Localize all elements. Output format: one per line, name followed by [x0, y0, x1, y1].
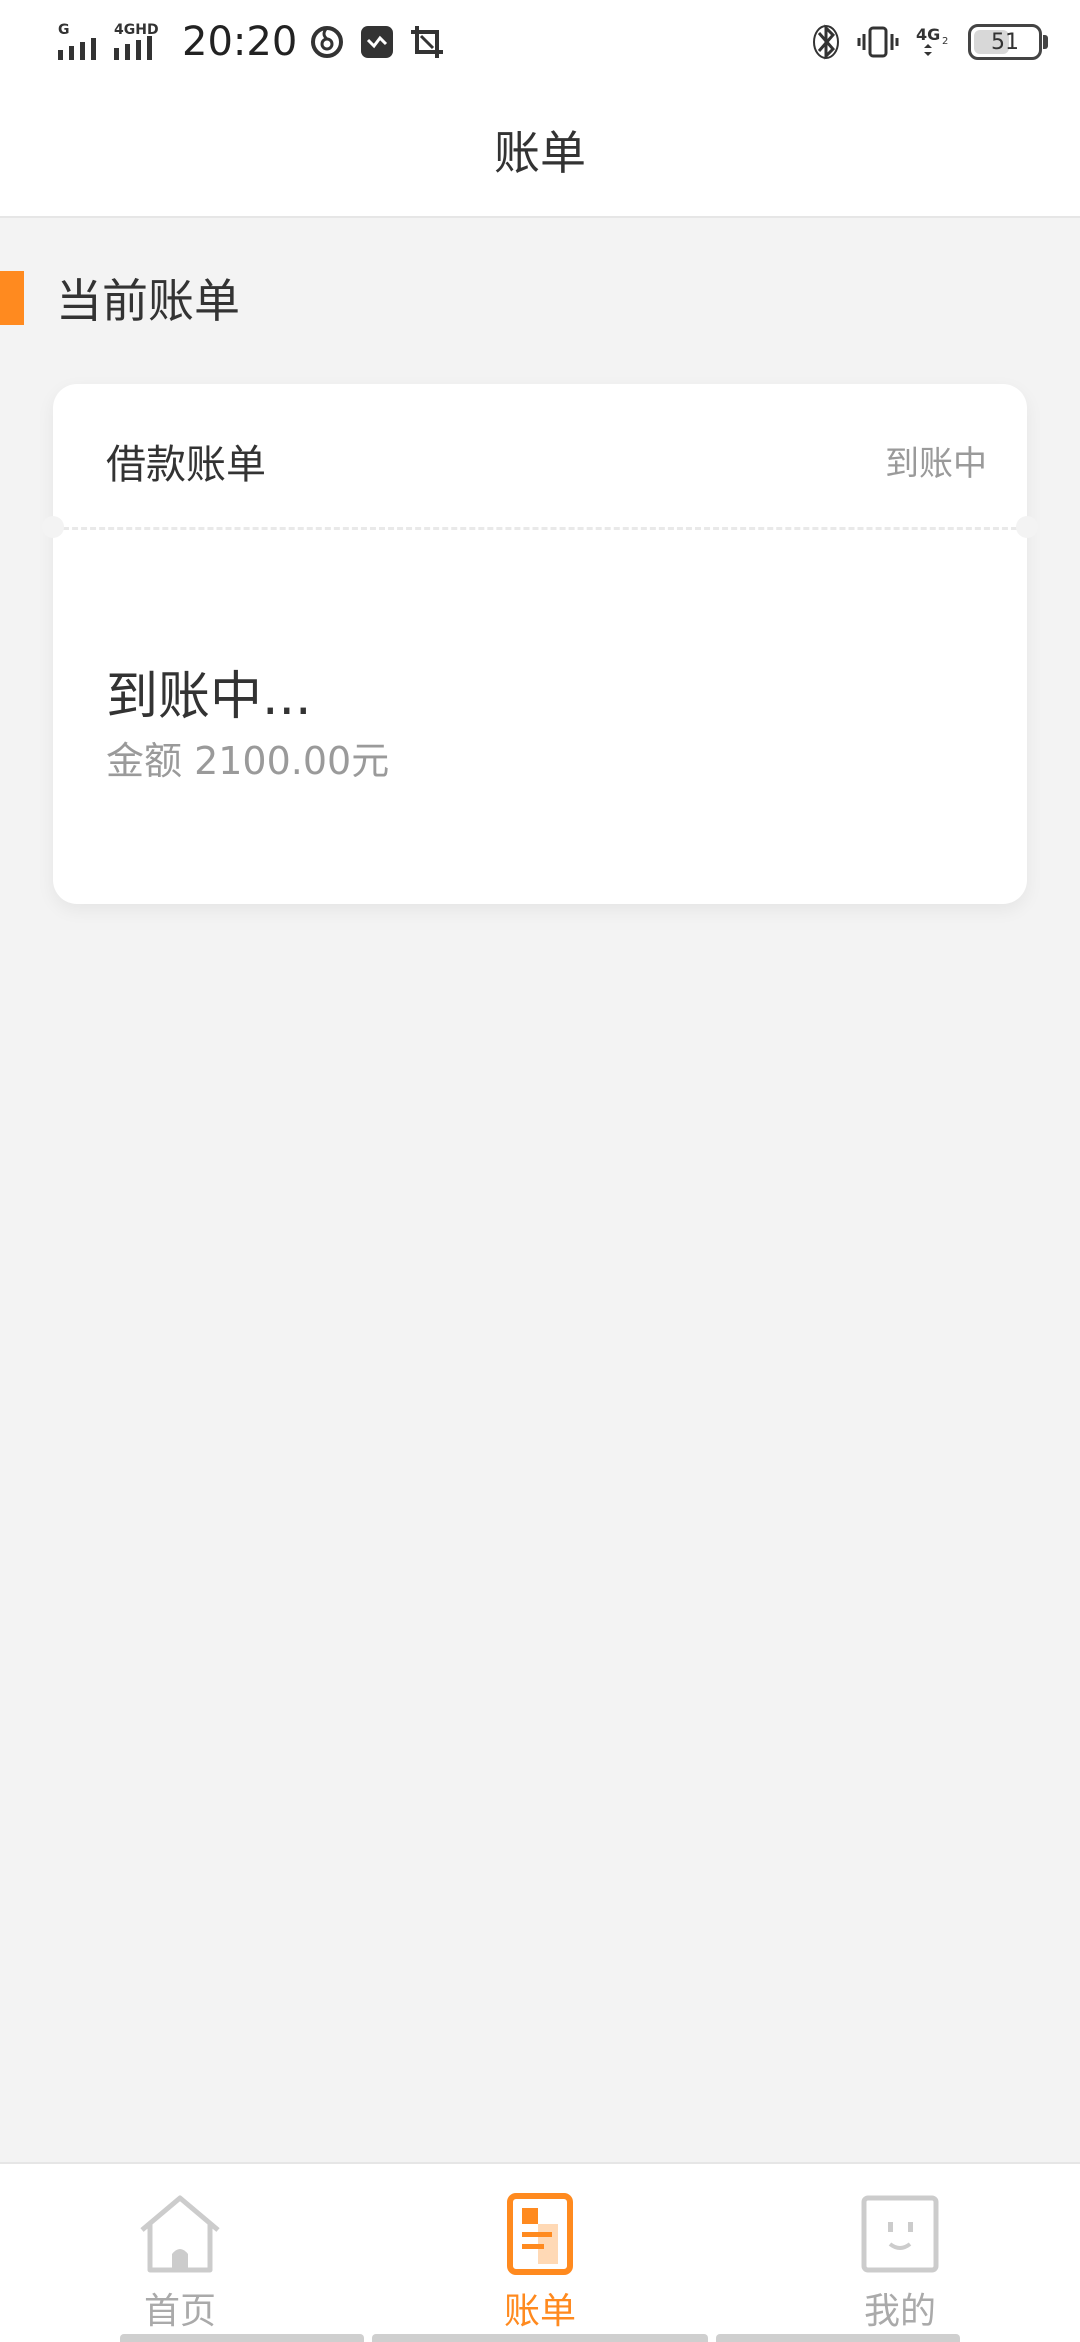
- status-time: 20:20: [182, 19, 298, 65]
- page-title: 账单: [494, 126, 586, 180]
- gesture-bar-center[interactable]: [372, 2334, 708, 2342]
- network-4g-icon: 4G 2: [916, 25, 948, 56]
- network-label: 4G: [916, 25, 940, 44]
- home-icon: [138, 2192, 222, 2276]
- app-notification-icon: [361, 26, 394, 58]
- svg-text:2: 2: [942, 36, 948, 47]
- app-header: 账单: [0, 84, 1080, 218]
- card-notch-left: [42, 516, 64, 538]
- battery-icon: 51: [968, 24, 1048, 60]
- nav-item-profile[interactable]: 我的: [800, 2192, 1000, 2342]
- battery-level: 51: [991, 29, 1019, 55]
- bluetooth-icon: [813, 24, 839, 60]
- nav-label-profile: 我的: [863, 2291, 936, 2332]
- profile-face-icon: [858, 2192, 942, 2276]
- bill-card[interactable]: 借款账单 到账中 到账中... 金额 2100.00元: [42, 384, 1038, 904]
- section-header: 当前账单: [0, 270, 240, 328]
- signal-1-label: G: [58, 22, 70, 38]
- bill-card-name: 借款账单: [106, 442, 266, 488]
- signal-strength-icon: G: [58, 22, 96, 60]
- nav-label-home: 首页: [143, 2291, 216, 2332]
- gesture-bar-left: [120, 2334, 364, 2342]
- nav-item-home[interactable]: 首页: [80, 2192, 280, 2342]
- screenshot-crop-icon: [411, 26, 444, 58]
- nav-item-bill[interactable]: 账单: [440, 2192, 640, 2342]
- nav-label-bill: 账单: [503, 2291, 576, 2332]
- card-notch-right: [1016, 516, 1038, 538]
- gesture-bar-right: [716, 2334, 960, 2342]
- bill-progress-status: 到账中...: [106, 667, 312, 727]
- status-bar-left: G 4GHD 20:20: [56, 14, 447, 70]
- section-accent-bar: [0, 271, 24, 325]
- bill-card-status: 到账中: [885, 444, 987, 484]
- bottom-nav: 首页 账单 我的: [0, 2162, 1080, 2342]
- bill-amount: 金额 2100.00元: [106, 739, 390, 783]
- signal-strength-icon-2: 4GHD: [114, 22, 159, 60]
- dashed-divider: [63, 527, 1017, 530]
- bill-icon: [498, 2192, 582, 2276]
- bill-card-header: 借款账单 到账中: [53, 384, 1027, 528]
- signal-2-label: 4GHD: [114, 22, 159, 38]
- status-bar: G 4GHD 20:20 4G 2 51: [0, 0, 1080, 84]
- status-bar-right: 4G 2 51: [810, 14, 1048, 70]
- netease-music-icon: [311, 26, 344, 58]
- vibrate-icon: [857, 26, 899, 58]
- section-title: 当前账单: [56, 274, 240, 328]
